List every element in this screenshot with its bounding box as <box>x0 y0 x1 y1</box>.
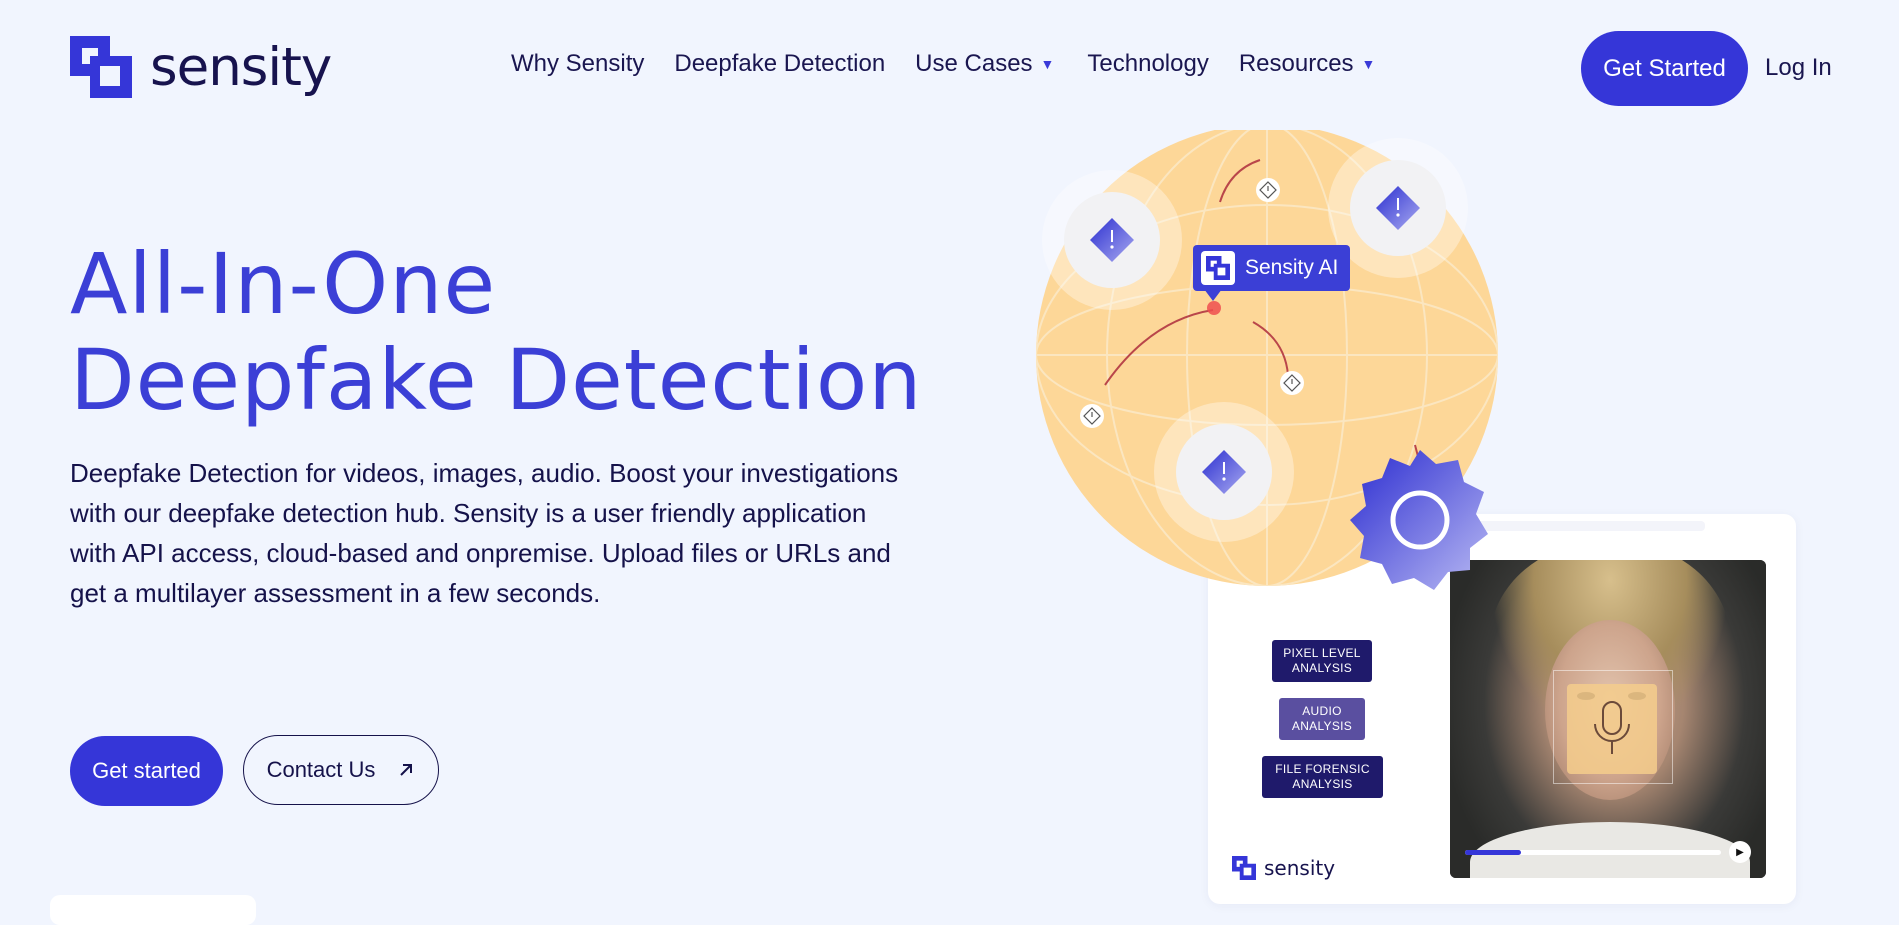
hero-title: All-In-One Deepfake Detection <box>70 236 923 428</box>
warning-diamond-icon <box>1154 402 1294 542</box>
nav-item-deepfake-detection[interactable]: Deepfake Detection <box>674 50 885 78</box>
panel-logo-text: sensity <box>1264 856 1336 880</box>
brand-logo[interactable]: sensity <box>70 36 332 98</box>
login-link[interactable]: Log In <box>1765 54 1832 82</box>
alert-dot <box>1280 371 1304 395</box>
get-started-button[interactable]: Get started <box>70 736 223 806</box>
nav-item-use-cases[interactable]: Use Cases ▼ <box>915 50 1054 78</box>
hero-title-line1: All-In-One <box>70 235 497 333</box>
hero-description: Deepfake Detection for videos, images, a… <box>70 458 899 608</box>
video-progress-bar[interactable] <box>1465 850 1721 855</box>
hero-title-line2: Deepfake Detection <box>70 331 923 429</box>
badge-label: Sensity AI <box>1245 256 1339 279</box>
contact-us-label: Contact Us <box>266 757 376 782</box>
nav-item-label: Use Cases <box>915 50 1033 77</box>
file-forensic-analysis-tag: FILE FORENSIC ANALYSIS <box>1262 756 1383 798</box>
bottom-card <box>50 895 256 925</box>
brand-name: sensity <box>150 36 332 98</box>
nav-item-label: Technology <box>1087 50 1209 77</box>
warning-diamond-icon <box>1042 170 1182 310</box>
main-nav: Why Sensity Deepfake Detection Use Cases… <box>511 50 1405 78</box>
microphone-icon <box>1594 701 1630 754</box>
pixel-level-analysis-tag: PIXEL LEVEL ANALYSIS <box>1272 640 1372 682</box>
video-preview <box>1450 560 1766 878</box>
nav-item-label: Why Sensity <box>511 50 645 77</box>
alert-dot <box>1256 178 1280 202</box>
nav-item-resources[interactable]: Resources ▼ <box>1239 50 1376 78</box>
panel-logo: sensity <box>1232 856 1335 880</box>
nav-item-technology[interactable]: Technology <box>1087 50 1208 78</box>
alert-dot <box>1080 404 1104 428</box>
caret-down-icon: ▼ <box>1361 56 1376 72</box>
sensity-logo-icon <box>70 36 132 98</box>
nav-item-label: Deepfake Detection <box>674 50 886 77</box>
nav-item-why-sensity[interactable]: Why Sensity <box>511 50 644 78</box>
sensity-logo-icon <box>1232 856 1256 880</box>
get-started-nav-button[interactable]: Get Started <box>1581 31 1748 106</box>
globe-illustration <box>1036 130 1498 590</box>
contact-us-button[interactable]: Contact Us <box>243 735 439 805</box>
nav-item-label: Resources <box>1238 50 1354 77</box>
audio-overlay <box>1567 684 1657 774</box>
sensity-logo-icon <box>1201 251 1235 285</box>
play-icon[interactable]: ▶ <box>1729 841 1751 863</box>
video-progress-fill <box>1465 850 1522 855</box>
sensity-ai-badge: Sensity AI <box>1193 245 1350 291</box>
caret-down-icon: ▼ <box>1040 56 1055 72</box>
badge-pointer <box>1204 289 1222 301</box>
audio-analysis-tag: AUDIO ANALYSIS <box>1279 698 1365 740</box>
arrow-up-right-icon <box>400 764 413 776</box>
